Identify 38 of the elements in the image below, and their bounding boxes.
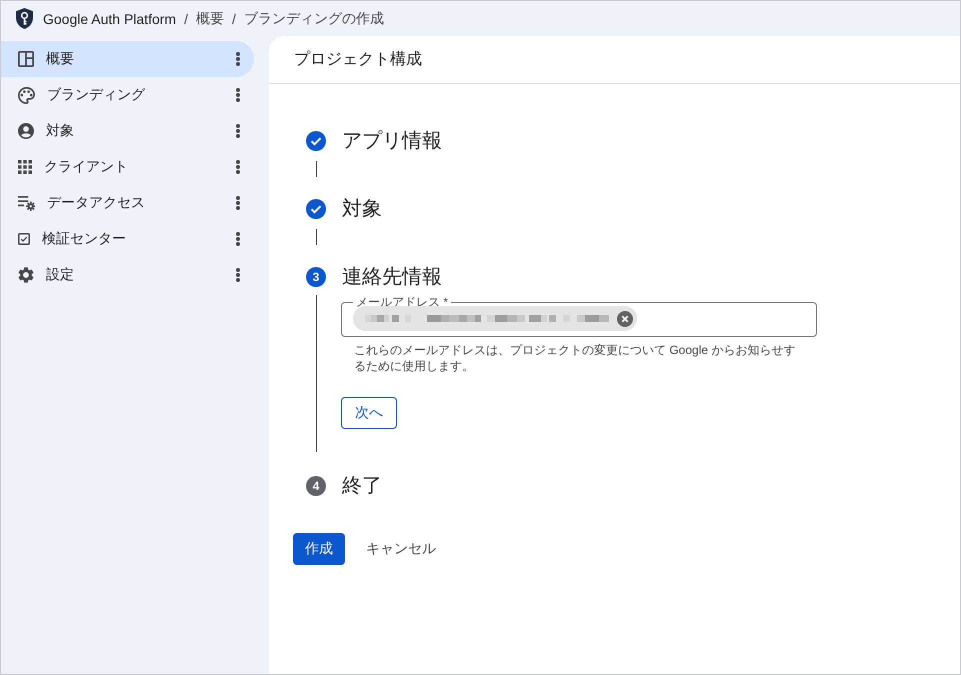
more-icon[interactable] xyxy=(236,196,240,210)
step-title: 連絡先情報 xyxy=(342,265,442,289)
sidebar-item[interactable]: 概要 xyxy=(1,41,254,77)
list-gear-icon xyxy=(18,196,35,210)
cancel-button[interactable]: キャンセル xyxy=(354,533,448,565)
helper-text: これらのメールアドレスは、プロジェクトの変更について Google からお知らせするために使用します。 xyxy=(353,342,796,374)
more-icon[interactable] xyxy=(236,88,240,102)
breadcrumb-separator: / xyxy=(232,10,236,26)
close-icon[interactable] xyxy=(617,310,633,326)
sidebar-item[interactable]: クライアント xyxy=(1,149,254,185)
more-icon[interactable] xyxy=(236,160,240,174)
breadcrumb-link[interactable]: Google Auth Platform xyxy=(43,10,176,26)
more-icon[interactable] xyxy=(236,232,240,246)
panel-title: プロジェクト構成 xyxy=(294,50,422,70)
more-icon[interactable] xyxy=(236,268,240,282)
palette-icon xyxy=(18,86,35,104)
step-title: アプリ情報 xyxy=(342,129,442,153)
breadcrumb-current: ブランディングの作成 xyxy=(244,10,384,28)
breadcrumb-separator: / xyxy=(184,10,188,26)
sidebar-item[interactable]: データアクセス xyxy=(1,185,254,221)
next-button[interactable]: 次へ xyxy=(341,397,397,429)
breadcrumb-link[interactable]: 概要 xyxy=(196,10,224,28)
dashboard-icon xyxy=(18,51,34,67)
create-button[interactable]: 作成 xyxy=(293,533,345,565)
shield-icon xyxy=(16,8,33,29)
step-title: 終了 xyxy=(342,474,382,498)
step-number: 4 xyxy=(306,476,326,496)
settings-icon xyxy=(18,267,34,283)
step-number: 3 xyxy=(306,267,326,287)
more-icon[interactable] xyxy=(236,124,240,138)
sidebar-item[interactable]: 検証センター xyxy=(1,221,254,257)
checkbox-icon xyxy=(18,233,30,245)
more-icon[interactable] xyxy=(236,52,240,66)
sidebar-item[interactable]: 設定 xyxy=(1,257,254,293)
grid-icon xyxy=(18,160,32,174)
step-title: 対象 xyxy=(342,197,382,221)
sidebar-item[interactable]: ブランディング xyxy=(1,77,254,113)
sidebar-item[interactable]: 対象 xyxy=(1,113,254,149)
